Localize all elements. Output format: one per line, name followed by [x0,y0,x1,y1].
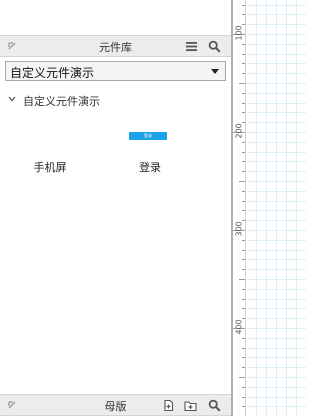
ruler-tick [242,73,245,74]
search-icon[interactable] [208,40,221,53]
vertical-ruler: 100 200 300 400 [233,0,246,416]
ruler-tick [242,387,245,388]
ruler-tick [242,240,245,241]
ruler-tick [239,377,245,378]
widget-thumbnail-text: 登录 [144,133,152,138]
chevron-down-icon [8,96,16,102]
ruler-tick [242,367,245,368]
ruler-tick [242,171,245,172]
grid-line [296,0,297,416]
ruler-tick [242,299,245,300]
grid-line [276,0,277,416]
menu-icon[interactable] [185,40,198,53]
ruler-tick [242,5,245,6]
dropdown-arrow-icon [211,69,219,74]
ruler-label: 300 [234,221,244,237]
ruler-label: 200 [234,123,244,139]
grid-line [256,0,257,416]
library-section-header[interactable]: 自定义元件演示 [0,91,231,109]
ruler-tick [242,14,245,15]
ruler-tick [242,142,245,143]
library-select[interactable]: 自定义元件演示 [5,61,226,81]
ruler-tick [242,44,245,45]
add-page-icon[interactable] [162,399,175,412]
ruler-tick [242,250,245,251]
master-panel-header: 母版 [0,394,231,416]
ruler-label: 100 [234,25,244,41]
grid-line [286,0,287,416]
library-panel-header: 元件库 [0,35,231,57]
ruler-tick [242,201,245,202]
ruler-tick [242,191,245,192]
ruler-tick [242,112,245,113]
ruler-tick [242,308,245,309]
library-section-label: 自定义元件演示 [23,95,100,108]
ruler-tick [242,259,245,260]
ruler-tick [239,279,245,280]
ruler-label: 400 [234,319,244,335]
ruler-tick [242,289,245,290]
library-select-value: 自定义元件演示 [10,66,95,80]
widget-login[interactable]: 登录 登录 [115,118,185,178]
widget-phone-screen[interactable]: 手机屏 [15,118,85,178]
left-panel: 元件库 自定义元件演示 自定义元件演示 手机屏 登录 登录 母版 [0,0,231,416]
ruler-tick [239,181,245,182]
ruler-tick [242,406,245,407]
ruler-tick [242,93,245,94]
ruler-tick [242,152,245,153]
ruler-tick [242,210,245,211]
widget-label: 登录 [139,161,161,174]
ruler-tick [239,83,245,84]
ruler-tick [242,103,245,104]
ruler-tick [242,348,245,349]
canvas-grid [247,0,306,416]
widget-thumbnail: 登录 [129,132,167,140]
ruler-tick [242,338,245,339]
ruler-tick [242,269,245,270]
search-icon[interactable] [208,399,221,412]
widget-label: 手机屏 [33,161,67,174]
panel-blank-area [0,0,231,35]
ruler-tick [242,397,245,398]
ruler-tick [242,63,245,64]
ruler-tick [242,161,245,162]
grid-line [266,0,267,416]
ruler-tick [242,54,245,55]
design-canvas[interactable]: 100 200 300 400 [233,0,306,416]
ruler-tick [242,357,245,358]
add-folder-icon[interactable] [184,399,197,412]
